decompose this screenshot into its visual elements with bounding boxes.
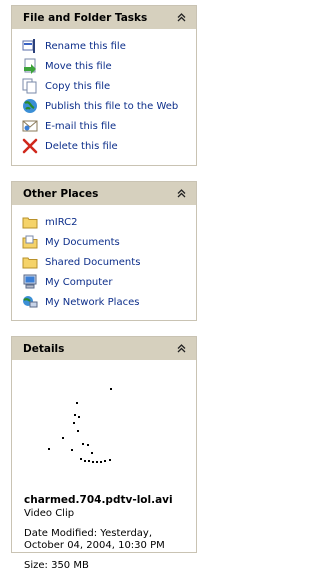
details-panel: Details charmed.704.pdtv-lol.avi Video C… xyxy=(11,336,197,571)
place-label: My Computer xyxy=(45,276,113,288)
publish-web-icon xyxy=(23,99,37,113)
email-file-task[interactable]: E-mail this file xyxy=(22,116,196,136)
task-label: E-mail this file xyxy=(45,120,117,132)
collapse-chevron-icon[interactable] xyxy=(175,342,188,355)
other-places-header[interactable]: Other Places xyxy=(12,182,196,205)
details-header[interactable]: Details xyxy=(12,337,196,360)
rename-file-task[interactable]: Rename this file xyxy=(22,36,196,56)
publish-web-task[interactable]: Publish this file to the Web xyxy=(22,96,196,116)
place-shared-documents[interactable]: Shared Documents xyxy=(22,252,196,272)
panel-title: File and Folder Tasks xyxy=(23,11,148,24)
task-label: Copy this file xyxy=(45,80,111,92)
video-thumbnail-preview xyxy=(24,372,194,490)
file-folder-tasks-panel: File and Folder Tasks Rename this file M… xyxy=(11,5,197,166)
copy-file-task[interactable]: Copy this file xyxy=(22,76,196,96)
file-name: charmed.704.pdtv-lol.avi xyxy=(24,494,173,506)
panel-title: Details xyxy=(23,342,65,355)
place-label: Shared Documents xyxy=(45,256,141,268)
collapse-chevron-icon[interactable] xyxy=(175,187,188,200)
email-icon xyxy=(22,120,38,132)
task-label: Rename this file xyxy=(45,40,126,52)
network-places-icon xyxy=(23,296,38,308)
move-file-task[interactable]: Move this file xyxy=(22,56,196,76)
task-label: Publish this file to the Web xyxy=(45,100,179,112)
place-label: My Network Places xyxy=(45,296,140,308)
place-mirc2[interactable]: mIRC2 xyxy=(22,212,196,232)
place-label: mIRC2 xyxy=(45,216,78,228)
place-my-network-places[interactable]: My Network Places xyxy=(22,292,196,312)
folder-icon xyxy=(22,257,38,269)
date-modified-line2: October 04, 2004, 10:30 PM xyxy=(24,540,165,551)
copy-icon xyxy=(22,78,37,94)
file-folder-tasks-header[interactable]: File and Folder Tasks xyxy=(12,6,196,29)
my-documents-icon xyxy=(22,235,38,249)
task-label: Delete this file xyxy=(45,140,118,152)
delete-file-task[interactable]: Delete this file xyxy=(22,136,196,156)
place-my-computer[interactable]: My Computer xyxy=(22,272,196,292)
place-label: My Documents xyxy=(45,236,120,248)
my-computer-icon xyxy=(23,274,37,289)
file-type: Video Clip xyxy=(24,508,75,519)
collapse-chevron-icon[interactable] xyxy=(175,11,188,24)
move-icon xyxy=(24,58,36,74)
file-size: Size: 350 MB xyxy=(24,560,89,571)
rename-icon xyxy=(22,39,35,53)
place-my-documents[interactable]: My Documents xyxy=(22,232,196,252)
folder-icon xyxy=(22,217,38,229)
delete-icon xyxy=(22,138,38,154)
date-modified-line1: Date Modified: Yesterday, xyxy=(24,528,153,539)
panel-title: Other Places xyxy=(23,187,99,200)
other-places-panel: Other Places mIRC2 My Documents Shared D… xyxy=(11,181,197,321)
task-label: Move this file xyxy=(45,60,112,72)
